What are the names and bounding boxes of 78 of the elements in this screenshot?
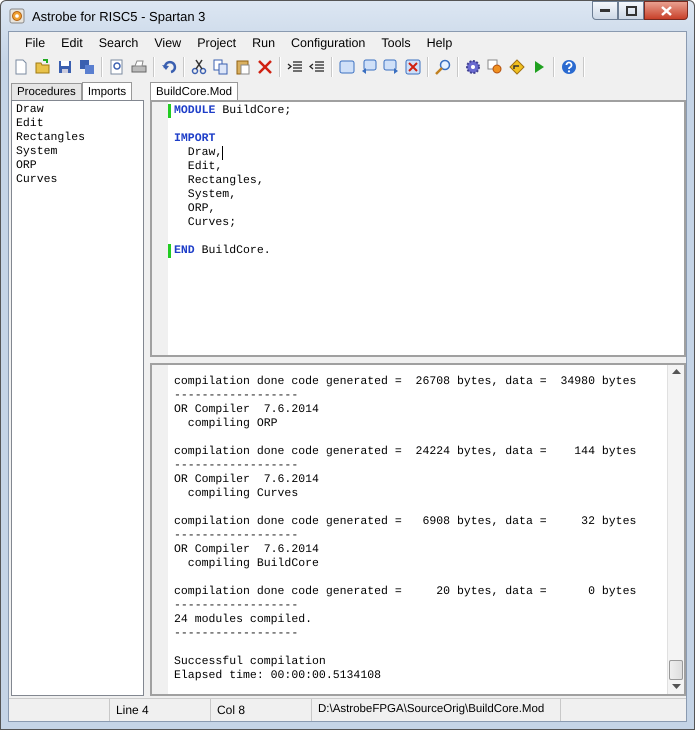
clear-bookmarks-icon[interactable] <box>405 59 421 75</box>
output-line: compiling Curves <box>186 487 300 501</box>
scrollbar[interactable] <box>667 365 684 694</box>
search-icon[interactable] <box>435 59 451 75</box>
output-line: Successful compilation <box>174 655 327 669</box>
minimize-icon <box>600 8 610 12</box>
menu-item[interactable]: Search <box>90 36 146 50</box>
code-line: MODULE BuildCore; <box>174 104 292 118</box>
menu-item[interactable]: Configuration <box>283 36 374 50</box>
output-line: 24 modules compiled. <box>174 613 314 627</box>
output-line: OR Compiler 7.6.2014 <box>174 543 320 557</box>
delete-icon[interactable] <box>257 59 273 75</box>
code-line: IMPORT <box>174 131 216 146</box>
menu-item[interactable]: Run <box>244 36 284 50</box>
scroll-up-arrow-icon[interactable] <box>672 369 680 375</box>
status-text: D:\AstrobeFPGA\SourceOrig\BuildCore.Mod <box>312 699 561 721</box>
minimize-button[interactable] <box>592 1 618 20</box>
menu-item[interactable]: Tools <box>373 36 419 50</box>
code-line: System, <box>186 188 236 202</box>
close-icon <box>660 6 672 16</box>
printer-icon[interactable] <box>131 59 147 75</box>
output-line: compilation done code generated = 26708 bytes, data = 34980 bytes <box>174 375 638 389</box>
scroll-down-arrow-icon[interactable] <box>672 684 680 690</box>
copy-icon[interactable] <box>213 59 229 75</box>
panel-tab[interactable]: Procedures <box>11 83 82 100</box>
diamond-arrow-icon[interactable] <box>509 59 525 75</box>
menu-item[interactable]: View <box>146 36 190 50</box>
help-icon[interactable] <box>561 59 577 75</box>
status-text: Line 4 <box>110 699 211 721</box>
window-title: Astrobe for RISC5 - Spartan 3 <box>32 8 206 24</box>
status-text: Col 8 <box>211 699 312 721</box>
import-item[interactable]: Draw <box>16 103 139 117</box>
code-editor[interactable]: MODULE BuildCore; IMPORT Draw, Edit, Rectangles, System, ORP, Curves; END BuildCore. <box>150 100 686 357</box>
output-line: Elapsed time: 00:00:00.5134108 <box>174 669 382 683</box>
menu-item[interactable]: File <box>17 36 54 50</box>
output-line: compilation done code generated = 20 bytes, data = 0 bytes <box>174 585 638 599</box>
menu-item[interactable]: Help <box>418 36 460 50</box>
restore-button[interactable] <box>618 1 644 20</box>
output-line: compilation done code generated = 24224 bytes, data = 144 bytes <box>174 445 638 459</box>
restore-icon <box>626 6 636 16</box>
close-button[interactable] <box>644 1 688 20</box>
preview-icon[interactable] <box>109 59 125 75</box>
import-item[interactable]: Rectangles <box>16 131 139 145</box>
output-line: OR Compiler 7.6.2014 <box>174 473 320 487</box>
undo-icon[interactable] <box>161 59 177 75</box>
code-line: Rectangles, <box>186 174 264 188</box>
code-line: Curves; <box>186 216 236 230</box>
output-line: ------------------ <box>174 627 300 641</box>
scroll-thumb[interactable] <box>669 660 683 680</box>
open-folder-icon[interactable] <box>35 59 51 75</box>
bookmark-icon[interactable] <box>339 59 355 75</box>
new-file-icon[interactable] <box>13 59 29 75</box>
output-line: ------------------ <box>174 389 300 403</box>
import-item[interactable]: Edit <box>16 117 139 131</box>
previous-bookmark-icon[interactable] <box>361 59 377 75</box>
code-line: Draw, <box>186 146 222 160</box>
menu-item[interactable]: Edit <box>53 36 91 50</box>
paste-icon[interactable] <box>235 59 251 75</box>
menu-item[interactable]: Project <box>189 36 244 50</box>
output-line: compiling BuildCore <box>186 557 320 571</box>
output-line: ------------------ <box>174 599 300 613</box>
panel-tab[interactable]: Imports <box>82 82 132 101</box>
code-line: ORP, <box>186 202 216 216</box>
import-item[interactable]: ORP <box>16 159 139 173</box>
output-line: ------------------ <box>174 529 300 543</box>
import-item[interactable]: System <box>16 145 139 159</box>
output-line: OR Compiler 7.6.2014 <box>174 403 320 417</box>
code-line: END BuildCore. <box>174 243 271 258</box>
save-icon[interactable] <box>57 59 73 75</box>
output-line: ------------------ <box>174 459 300 473</box>
file-tab[interactable]: BuildCore.Mod <box>150 82 238 101</box>
output-line: compiling ORP <box>186 417 279 431</box>
next-bookmark-icon[interactable] <box>383 59 399 75</box>
scissors-icon[interactable] <box>191 59 207 75</box>
import-item[interactable]: Curves <box>16 173 139 187</box>
output-line: compilation done code generated = 6908 bytes, data = 32 bytes <box>174 515 638 529</box>
save-all-icon[interactable] <box>79 59 95 75</box>
code-line: Edit, <box>186 160 222 174</box>
